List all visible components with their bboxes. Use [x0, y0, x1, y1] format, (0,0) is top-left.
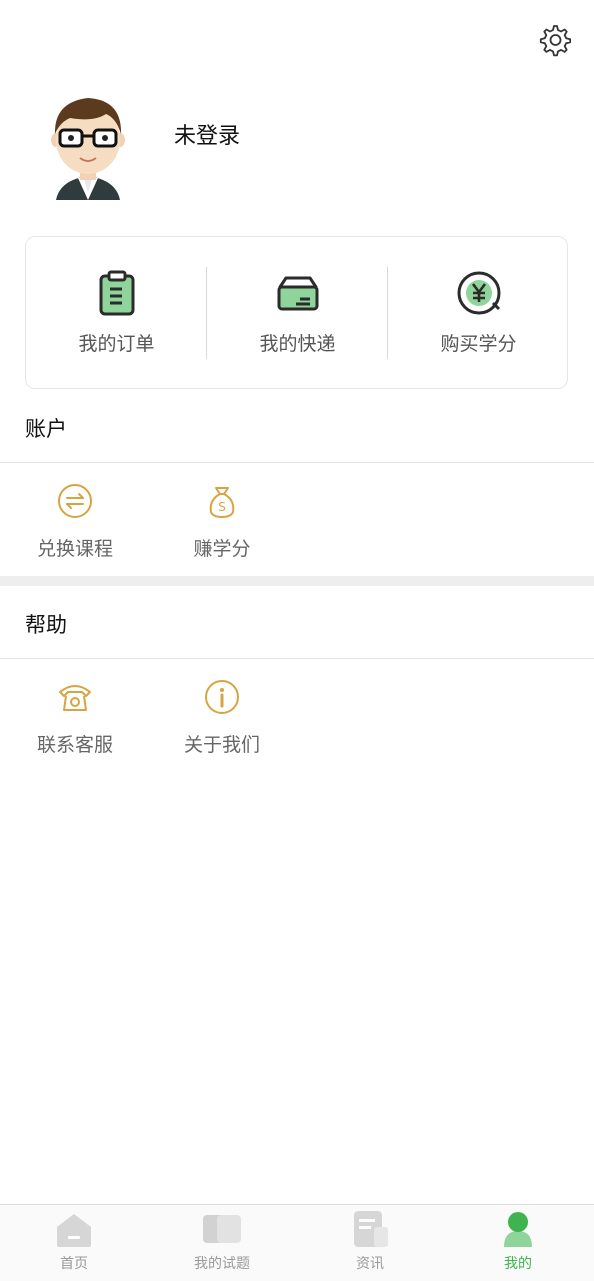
tab-my-questions[interactable]: 我的试题 — [148, 1205, 296, 1281]
avatar[interactable] — [46, 88, 130, 204]
profile-icon — [504, 1212, 532, 1247]
yen-coin-icon — [457, 271, 500, 315]
tab-news[interactable]: 资讯 — [296, 1205, 444, 1281]
money-bag-icon: S — [209, 487, 235, 519]
tab-home[interactable]: 首页 — [0, 1205, 148, 1281]
my-delivery-label: 我的快递 — [259, 333, 336, 355]
tab-home-label: 首页 — [60, 1256, 88, 1272]
tab-news-label: 资讯 — [356, 1256, 384, 1272]
home-icon — [57, 1214, 91, 1247]
svg-text:S: S — [218, 500, 226, 514]
username-label[interactable]: 未登录 — [174, 118, 240, 150]
help-section-title: 帮助 — [25, 613, 67, 637]
about-us-button[interactable]: 关于我们 — [174, 678, 270, 778]
section-separator — [0, 576, 594, 586]
buy-credits-button[interactable]: 购买学分 — [388, 237, 569, 390]
clipboard-icon — [99, 270, 134, 316]
divider — [0, 462, 594, 463]
telephone-icon — [59, 685, 91, 711]
settings-button[interactable] — [534, 20, 574, 60]
delivery-box-icon — [277, 276, 318, 311]
gear-icon — [539, 25, 571, 57]
redeem-course-button[interactable]: 兑换课程 — [27, 482, 123, 582]
redeem-course-label: 兑换课程 — [36, 538, 113, 560]
bottom-tab-bar: 首页 我的试题 资讯 我的 — [0, 1204, 594, 1281]
info-icon — [205, 680, 239, 714]
contact-support-button[interactable]: 联系客服 — [27, 678, 123, 778]
my-orders-button[interactable]: 我的订单 — [26, 237, 207, 390]
my-orders-label: 我的订单 — [78, 333, 155, 355]
earn-credits-button[interactable]: S 赚学分 — [174, 482, 270, 582]
quick-actions-card: 我的订单 我的快递 购买学分 — [25, 236, 568, 389]
question-book-icon — [203, 1215, 241, 1243]
tab-my-questions-label: 我的试题 — [194, 1256, 250, 1272]
exchange-icon — [58, 484, 92, 518]
buy-credits-label: 购买学分 — [440, 333, 517, 355]
my-delivery-button[interactable]: 我的快递 — [207, 237, 388, 390]
contact-support-label: 联系客服 — [36, 734, 113, 756]
tab-profile-label: 我的 — [504, 1256, 532, 1272]
tab-profile[interactable]: 我的 — [444, 1205, 592, 1281]
divider — [0, 658, 594, 659]
news-icon — [354, 1211, 388, 1247]
account-section-title: 账户 — [25, 417, 67, 441]
about-us-label: 关于我们 — [183, 734, 260, 756]
earn-credits-label: 赚学分 — [193, 538, 251, 560]
